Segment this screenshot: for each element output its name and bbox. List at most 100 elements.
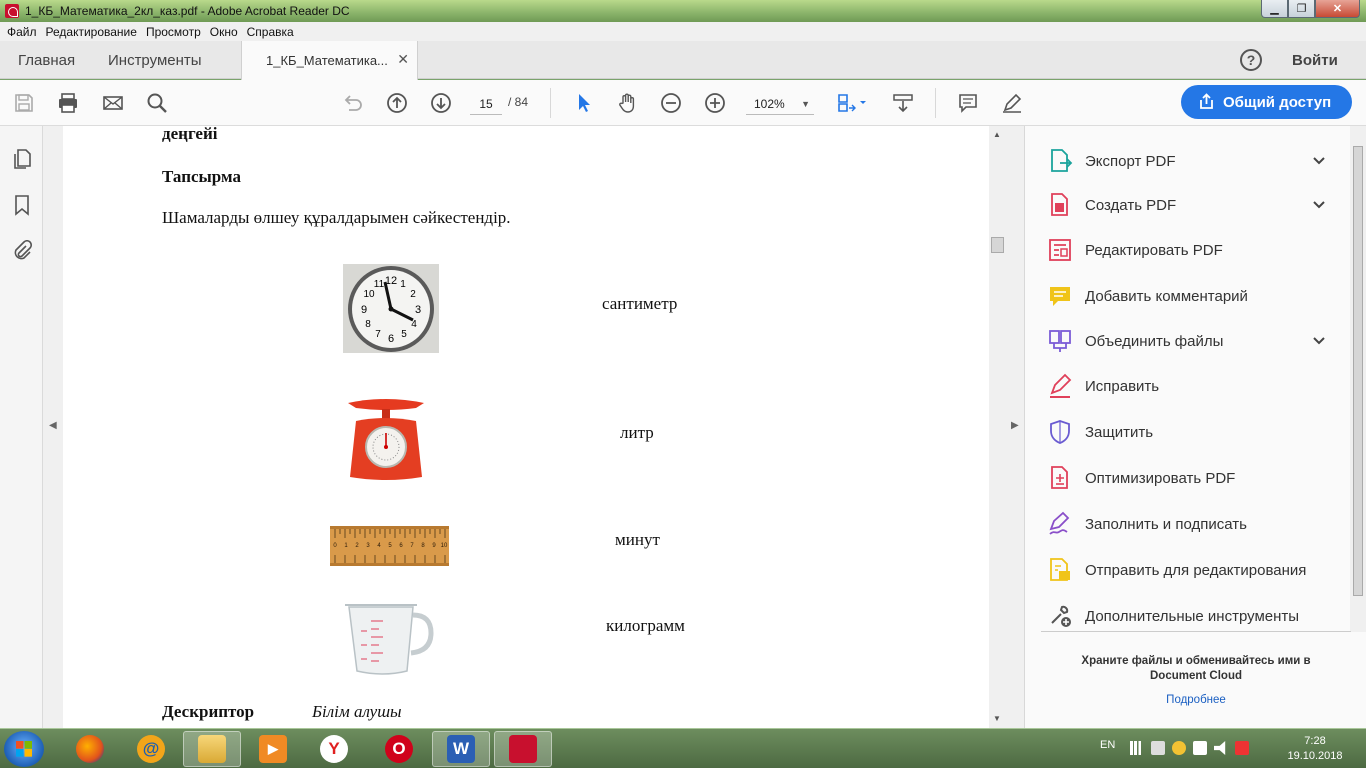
yandex-icon: Y (320, 735, 348, 763)
edit-pdf-icon (1049, 239, 1071, 261)
email-app-icon: @ (137, 735, 165, 763)
print-icon[interactable] (56, 91, 80, 115)
comment-icon[interactable] (956, 91, 980, 115)
scroll-thumb[interactable] (1353, 146, 1363, 596)
fill-sign-icon (1049, 511, 1070, 535)
taskbar-media-player[interactable]: ▶ (244, 731, 302, 767)
taskbar-email[interactable]: @ (122, 731, 180, 767)
bookmark-icon[interactable] (11, 194, 33, 216)
tool-optimize-pdf[interactable]: Оптимизировать PDF (1047, 463, 1327, 493)
page-number-input[interactable]: 15 (470, 93, 502, 115)
measuring-jug-image (345, 604, 434, 675)
sign-in-button[interactable]: Войти (1292, 52, 1338, 69)
collapse-right-panel[interactable]: ▶ (1006, 126, 1024, 728)
tool-add-comment[interactable]: Добавить комментарий (1047, 281, 1327, 311)
chevron-down-icon[interactable] (1311, 197, 1327, 213)
document-page[interactable]: деңгейі Тапсырма Шамаларды өлшеу құралда… (63, 126, 989, 728)
tool-combine-files[interactable]: Объединить файлы (1047, 326, 1327, 356)
help-icon[interactable]: ? (1240, 49, 1262, 71)
taskbar-word[interactable]: W (432, 731, 490, 767)
level-heading: деңгейі (162, 126, 218, 143)
taskbar-acrobat[interactable] (494, 731, 552, 767)
language-indicator[interactable]: EN (1100, 739, 1115, 751)
menu-file[interactable]: Файл (7, 25, 37, 39)
volume-icon[interactable] (1214, 741, 1226, 755)
close-window-button[interactable]: ✕ (1315, 0, 1360, 18)
more-tools-icon (1051, 605, 1071, 627)
tool-export-pdf[interactable]: Экспорт PDF (1047, 146, 1327, 176)
collapse-left-panel[interactable]: ◀ (43, 126, 63, 728)
combine-files-icon (1049, 330, 1071, 352)
taskbar-yandex[interactable]: Y (305, 731, 363, 767)
system-tray (1130, 741, 1249, 755)
share-button-label: Общий доступ (1223, 93, 1332, 111)
kitchen-scale-image (348, 399, 424, 480)
send-review-icon (1050, 558, 1070, 581)
tab-tools[interactable]: Инструменты (108, 52, 202, 69)
menu-help[interactable]: Справка (247, 25, 294, 39)
zoom-level-select[interactable]: 102% ▼ (746, 93, 814, 115)
taskbar-opera[interactable]: O (370, 731, 428, 767)
tool-create-pdf[interactable]: Создать PDF (1047, 190, 1327, 220)
menu-edit[interactable]: Редактирование (46, 25, 137, 39)
taskbar-firefox[interactable] (61, 731, 119, 767)
tool-edit-pdf[interactable]: Редактировать PDF (1047, 235, 1327, 265)
tool-more-tools[interactable]: Дополнительные инструменты (1047, 601, 1327, 631)
tool-fix[interactable]: Исправить (1047, 371, 1327, 401)
start-button[interactable] (4, 731, 44, 767)
tool-label: Оптимизировать PDF (1085, 469, 1236, 487)
highlight-pen-icon[interactable] (1000, 91, 1024, 115)
page-thumbnails-icon[interactable] (11, 148, 33, 170)
maximize-button[interactable]: ❐ (1288, 0, 1315, 18)
network-icon[interactable] (1151, 741, 1165, 755)
next-page-icon[interactable] (429, 91, 453, 115)
save-icon[interactable] (12, 91, 36, 115)
minimize-button[interactable]: ▁ (1261, 0, 1288, 18)
wall-clock-image: 12 1 2 3 4 5 6 7 8 9 10 11 (343, 264, 439, 353)
menu-window[interactable]: Окно (210, 25, 238, 39)
tab-home[interactable]: Главная (18, 52, 75, 69)
shield-icon (1050, 420, 1070, 444)
share-button[interactable]: Общий доступ (1181, 85, 1352, 119)
close-tab-icon[interactable]: ✕ (397, 51, 409, 68)
clock-date: 19.10.2018 (1287, 750, 1343, 762)
zoom-in-icon[interactable] (703, 91, 727, 115)
taskbar-clock[interactable]: 7:28 19.10.2018 (1280, 734, 1350, 764)
tool-protect[interactable]: Защитить (1047, 417, 1327, 447)
chevron-down-icon: ▼ (801, 99, 810, 109)
tool-fill-sign[interactable]: Заполнить и подписать (1047, 509, 1327, 539)
action-center-icon[interactable] (1235, 741, 1249, 755)
learn-more-link[interactable]: Подробнее (1055, 694, 1337, 706)
taskbar-explorer[interactable] (183, 731, 241, 767)
tool-send-review[interactable]: Отправить для редактирования (1047, 555, 1327, 585)
attachment-icon[interactable] (11, 240, 33, 262)
scroll-down-icon[interactable]: ▼ (993, 714, 1001, 723)
page-layout-icon[interactable] (836, 91, 870, 115)
hand-tool-icon[interactable] (615, 91, 639, 115)
previous-page-icon[interactable] (385, 91, 409, 115)
signal-icon[interactable] (1130, 741, 1144, 755)
clock-number: 9 (361, 304, 367, 316)
menu-view[interactable]: Просмотр (146, 25, 201, 39)
zoom-out-icon[interactable] (659, 91, 683, 115)
document-scrollbar[interactable]: ▲ ▼ (989, 126, 1006, 728)
clock-number: 5 (401, 329, 407, 340)
device-icon[interactable] (1193, 741, 1207, 755)
tool-label: Заполнить и подписать (1085, 515, 1247, 533)
scroll-up-icon[interactable]: ▲ (993, 130, 1001, 139)
scroll-mode-icon[interactable] (891, 91, 915, 115)
tab-document[interactable]: 1_КБ_Математика... ✕ (241, 41, 418, 80)
undo-icon[interactable] (340, 91, 364, 115)
tool-label: Экспорт PDF (1085, 152, 1176, 170)
window-title-bar[interactable]: 1_КБ_Математика_2кл_каз.pdf - Adobe Acro… (0, 0, 1366, 22)
scroll-thumb[interactable] (991, 237, 1004, 253)
windows-taskbar: @ ▶ Y O W EN 7:28 19.10.2018 (0, 728, 1366, 768)
select-cursor-icon[interactable] (572, 91, 596, 115)
tool-label: Редактировать PDF (1085, 241, 1223, 259)
tray-app-icon[interactable] (1172, 741, 1186, 755)
email-icon[interactable] (101, 91, 125, 115)
search-icon[interactable] (145, 91, 169, 115)
chevron-down-icon[interactable] (1311, 153, 1327, 169)
chevron-down-icon[interactable] (1311, 333, 1327, 349)
tools-panel-scrollbar[interactable] (1350, 126, 1366, 632)
